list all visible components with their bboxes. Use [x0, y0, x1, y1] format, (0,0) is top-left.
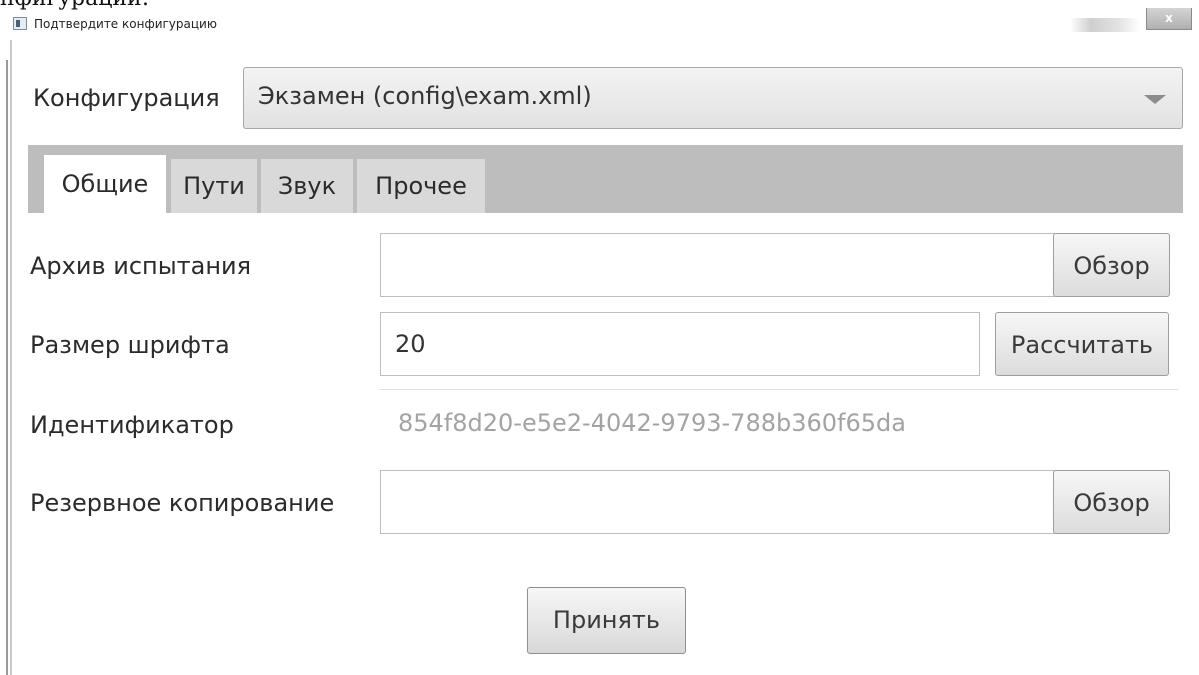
chevron-down-icon[interactable]	[1144, 95, 1166, 104]
backup-browse-button[interactable]: Обзор	[1053, 470, 1170, 534]
tab-strip: Общие Пути Звук Прочее	[28, 145, 1183, 213]
window-edge	[6, 60, 8, 675]
divider	[380, 389, 1178, 390]
app-icon	[13, 17, 27, 30]
identifier-label: Идентификатор	[30, 411, 234, 439]
tab-other[interactable]: Прочее	[357, 159, 485, 213]
configuration-selected-value: Экзамен (config\exam.xml)	[258, 82, 592, 110]
page: нфигурации: Подтвердите конфигурацию x К…	[0, 0, 1199, 675]
font-size-input[interactable]: 20	[380, 312, 980, 376]
tab-paths[interactable]: Пути	[171, 159, 257, 213]
backup-label: Резервное копирование	[30, 489, 335, 517]
configuration-label: Конфигурация	[33, 84, 220, 112]
title-bar-artifact	[1070, 18, 1140, 32]
window-title: Подтвердите конфигурацию	[34, 17, 217, 31]
tab-general[interactable]: Общие	[44, 155, 166, 213]
close-button[interactable]: x	[1146, 8, 1192, 30]
backup-path-input[interactable]	[380, 470, 1055, 534]
font-size-label: Размер шрифта	[30, 331, 230, 359]
identifier-value: 854f8d20-e5e2-4042-9793-788b360f65da	[398, 409, 906, 437]
archive-path-input[interactable]	[380, 233, 1055, 297]
caption-fragment: нфигурации:	[0, 0, 149, 11]
configuration-dropdown[interactable]: Экзамен (config\exam.xml)	[243, 67, 1183, 129]
accept-button[interactable]: Принять	[527, 587, 686, 654]
title-bar: Подтвердите конфигурацию x	[10, 8, 1199, 40]
calculate-button[interactable]: Рассчитать	[995, 312, 1169, 376]
archive-browse-button[interactable]: Обзор	[1053, 233, 1170, 297]
archive-label: Архив испытания	[30, 252, 252, 280]
tab-sound[interactable]: Звук	[261, 159, 353, 213]
